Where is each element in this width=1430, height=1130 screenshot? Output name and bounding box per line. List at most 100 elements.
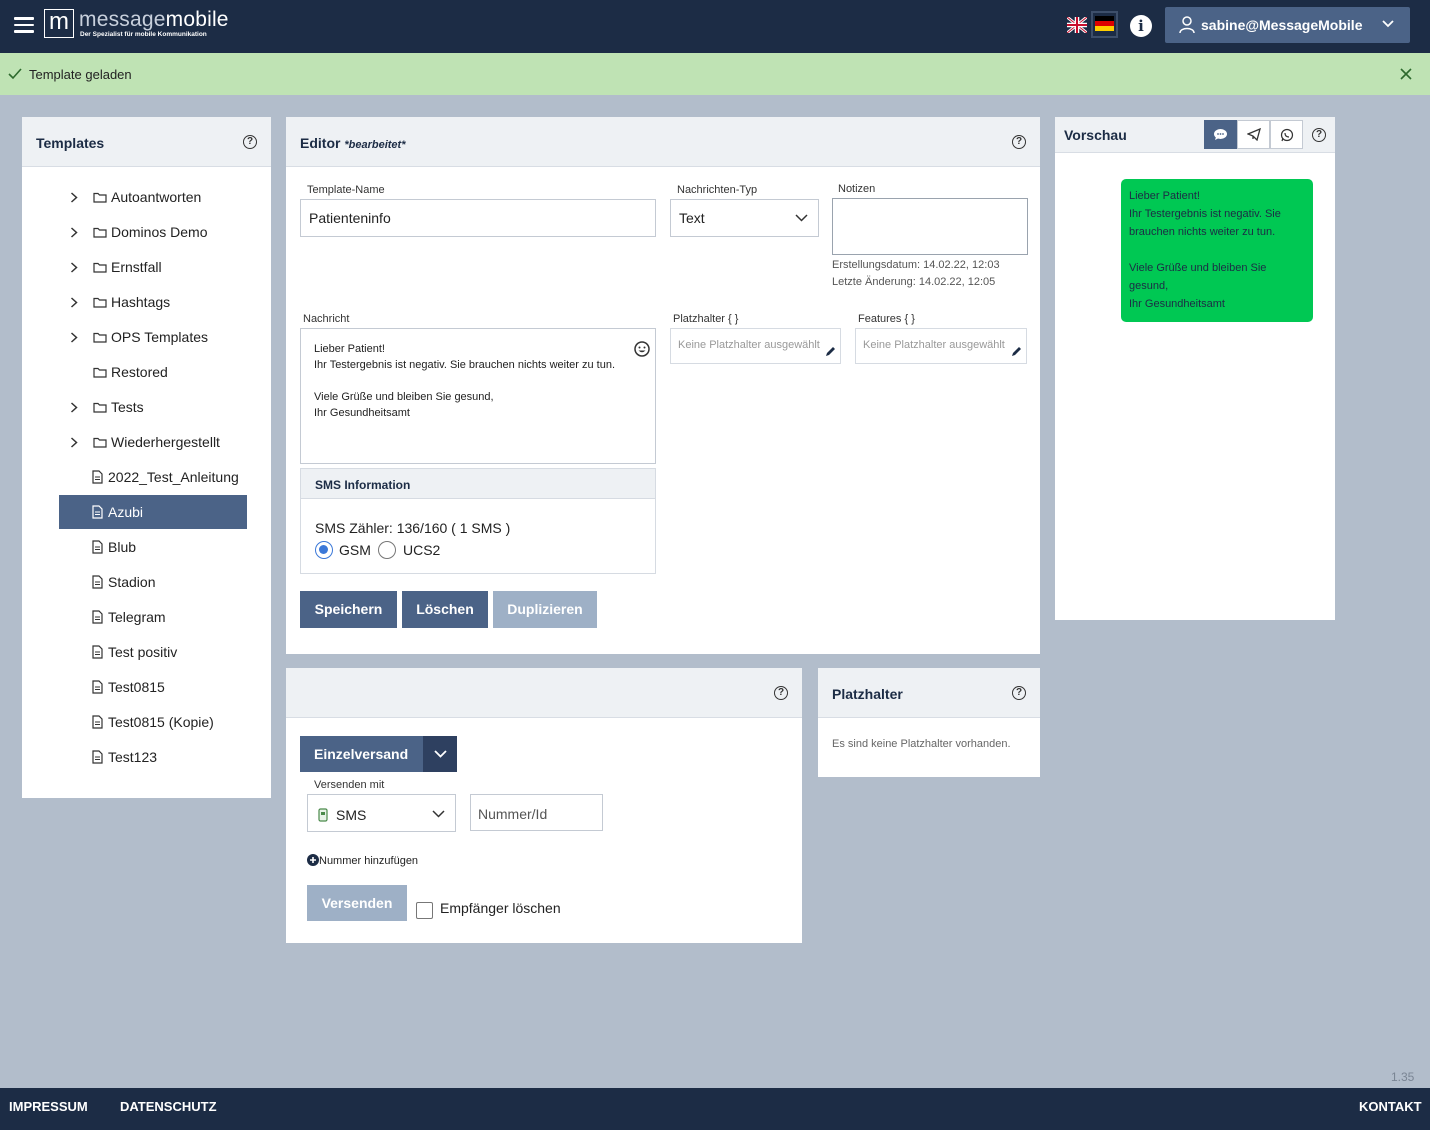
- folder-icon: [93, 437, 107, 448]
- tree-folder[interactable]: Autoantworten: [37, 180, 247, 214]
- user-icon: [1179, 16, 1195, 34]
- footer-contact-link[interactable]: KONTAKT: [1359, 1099, 1422, 1114]
- send-button[interactable]: Versenden: [307, 885, 407, 921]
- preview-panel-header: Vorschau ?: [1055, 117, 1335, 153]
- footer-imprint-link[interactable]: IMPRESSUM: [9, 1099, 88, 1114]
- number-input[interactable]: Nummer/Id: [470, 794, 603, 831]
- message-type-select[interactable]: Text: [670, 199, 819, 237]
- folder-icon: [93, 297, 107, 308]
- pencil-icon[interactable]: [825, 346, 836, 357]
- message-text: Lieber Patient! Ihr Testergebnis ist neg…: [314, 343, 616, 419]
- file-icon: [92, 505, 103, 519]
- tree-folder-label: Tests: [111, 399, 144, 415]
- tree-file[interactable]: Test123: [59, 740, 247, 774]
- help-icon[interactable]: ?: [1312, 128, 1326, 142]
- file-icon: [92, 680, 103, 694]
- clear-recipients-label: Empfänger löschen: [440, 900, 561, 916]
- ucs2-label: UCS2: [403, 542, 441, 558]
- sms-info-title: SMS Information: [315, 478, 411, 492]
- file-icon: [92, 540, 103, 554]
- add-number-label: Nummer hinzufügen: [319, 855, 419, 867]
- file-icon: [92, 470, 103, 484]
- tree-folder[interactable]: Dominos Demo: [37, 215, 247, 249]
- message-textarea[interactable]: Lieber Patient! Ihr Testergebnis ist neg…: [300, 328, 656, 464]
- chevron-right-icon[interactable]: [70, 332, 78, 343]
- chevron-right-icon[interactable]: [70, 402, 78, 413]
- preview-message-bubble: Lieber Patient! Ihr Testergebnis ist neg…: [1121, 179, 1313, 322]
- template-name-input[interactable]: Patienteninfo: [300, 199, 656, 237]
- placeholder-panel-header: Platzhalter ?: [818, 668, 1040, 718]
- modified-date: Letzte Änderung: 14.02.22, 12:05: [832, 276, 996, 288]
- menu-icon[interactable]: [14, 17, 34, 33]
- editor-status: *bearbeitet*: [344, 139, 406, 151]
- chevron-right-icon[interactable]: [70, 262, 78, 273]
- user-menu-button[interactable]: sabine@MessageMobile: [1165, 7, 1410, 43]
- chat-bubble-icon: [1214, 129, 1227, 140]
- send-with-label: Versenden mit: [314, 779, 385, 791]
- clear-recipients-checkbox[interactable]: [416, 902, 433, 919]
- flag-uk-icon[interactable]: [1067, 17, 1087, 33]
- send-mode-dropdown[interactable]: Einzelversand: [300, 736, 457, 772]
- top-bar: m messagemobile Der Spezialist für mobil…: [0, 0, 1430, 53]
- tree-folder-label: OPS Templates: [111, 329, 209, 345]
- tree-folder[interactable]: Tests: [37, 390, 247, 424]
- ucs2-radio[interactable]: [378, 541, 396, 559]
- tree-folder[interactable]: Restored: [37, 355, 247, 389]
- channel-value: SMS: [336, 807, 367, 823]
- placeholder-empty-text: Es sind keine Platzhalter vorhanden.: [832, 738, 1011, 750]
- chevron-right-icon[interactable]: [70, 437, 78, 448]
- tree-file[interactable]: Test0815: [59, 670, 247, 704]
- features-select[interactable]: Keine Platzhalter ausgewählt: [855, 328, 1027, 364]
- tree-file[interactable]: Test0815 (Kopie): [59, 705, 247, 739]
- message-type-label: Nachrichten-Typ: [677, 184, 758, 196]
- help-icon[interactable]: ?: [1012, 686, 1026, 700]
- gsm-radio[interactable]: [315, 541, 333, 559]
- chevron-right-icon[interactable]: [70, 297, 78, 308]
- tree-file-label: Test positiv: [108, 644, 178, 660]
- notes-textarea[interactable]: [832, 198, 1028, 255]
- info-icon[interactable]: i: [1130, 15, 1152, 37]
- chevron-right-icon[interactable]: [70, 227, 78, 238]
- tree-folder[interactable]: Ernstfall: [37, 250, 247, 284]
- help-icon[interactable]: ?: [243, 135, 257, 149]
- pencil-icon[interactable]: [1011, 346, 1022, 357]
- duplicate-button[interactable]: Duplizieren: [493, 591, 597, 628]
- tree-file[interactable]: Telegram: [59, 600, 247, 634]
- channel-select[interactable]: SMS: [307, 794, 456, 832]
- footer-privacy-link[interactable]: DATENSCHUTZ: [120, 1099, 217, 1114]
- help-icon[interactable]: ?: [774, 686, 788, 700]
- tree-file[interactable]: Azubi: [59, 495, 247, 529]
- tree-folder[interactable]: Hashtags: [37, 285, 247, 319]
- emoji-icon[interactable]: [634, 341, 650, 357]
- flag-de-icon[interactable]: [1091, 11, 1118, 38]
- sms-counter: SMS Zähler: 136/160 ( 1 SMS ): [315, 520, 511, 536]
- tree-folder-label: Hashtags: [111, 294, 171, 310]
- tree-file[interactable]: 2022_Test_Anleitung: [59, 460, 247, 494]
- tree-folder[interactable]: OPS Templates: [37, 320, 247, 354]
- folder-icon: [93, 192, 107, 203]
- templates-panel-header: Templates ?: [22, 117, 271, 167]
- add-number-link[interactable]: Nummer hinzufügen: [307, 854, 437, 870]
- close-icon[interactable]: [1400, 68, 1412, 80]
- editor-title: Editor *bearbeitet*: [300, 135, 406, 151]
- footer: IMPRESSUM DATENSCHUTZ KONTAKT: [0, 1088, 1430, 1130]
- tab-whatsapp[interactable]: [1270, 120, 1303, 149]
- tree-folder[interactable]: Wiederhergestellt: [37, 425, 247, 459]
- number-placeholder: Nummer/Id: [478, 806, 548, 822]
- tab-sms[interactable]: [1204, 120, 1237, 149]
- tab-telegram[interactable]: [1237, 120, 1270, 149]
- message-label: Nachricht: [303, 313, 350, 325]
- tree-file[interactable]: Blub: [59, 530, 247, 564]
- placeholder-select[interactable]: Keine Platzhalter ausgewählt: [670, 328, 841, 364]
- tree-file[interactable]: Test positiv: [59, 635, 247, 669]
- save-button[interactable]: Speichern: [300, 591, 397, 628]
- tree-file[interactable]: Stadion: [59, 565, 247, 599]
- help-icon[interactable]: ?: [1012, 135, 1026, 149]
- sms-info-header: SMS Information: [301, 469, 655, 499]
- chevron-right-icon[interactable]: [70, 192, 78, 203]
- editor-panel-header: Editor *bearbeitet* ?: [286, 117, 1040, 167]
- delete-button[interactable]: Löschen: [402, 591, 488, 628]
- send-panel-header: ?: [286, 668, 802, 718]
- placeholder-field-label: Platzhalter { }: [673, 313, 739, 325]
- tree-file-label: Azubi: [108, 504, 144, 520]
